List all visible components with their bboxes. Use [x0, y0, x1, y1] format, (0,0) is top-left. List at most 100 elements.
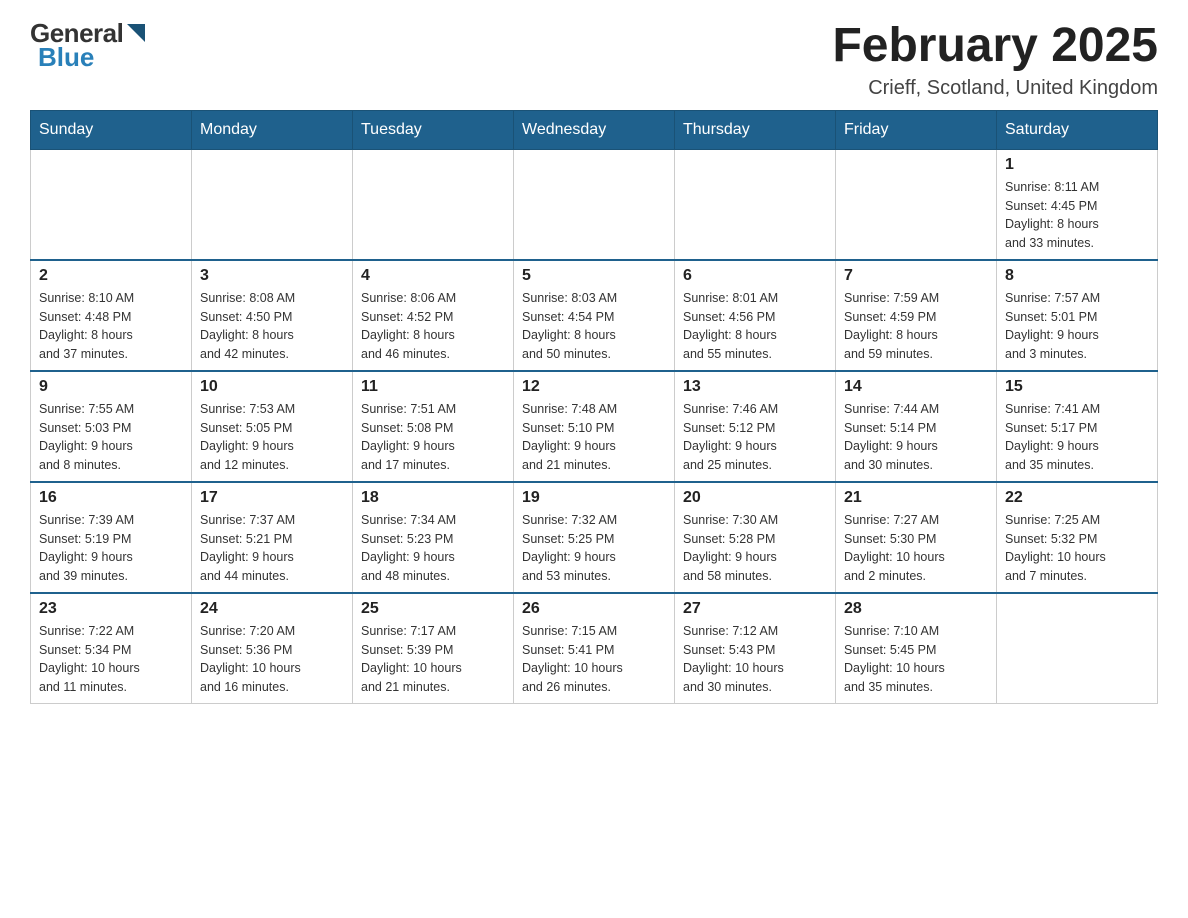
calendar-body: 1 Sunrise: 8:11 AMSunset: 4:45 PMDaylight…: [31, 149, 1158, 703]
day-number: 15: [1005, 378, 1149, 396]
header-tuesday: Tuesday: [353, 110, 514, 149]
day-info: Sunrise: 7:51 AMSunset: 5:08 PMDaylight:…: [361, 400, 505, 475]
day-info: Sunrise: 7:34 AMSunset: 5:23 PMDaylight:…: [361, 511, 505, 586]
day-info: Sunrise: 8:10 AMSunset: 4:48 PMDaylight:…: [39, 289, 183, 364]
day-info: Sunrise: 7:12 AMSunset: 5:43 PMDaylight:…: [683, 622, 827, 697]
day-number: 11: [361, 378, 505, 396]
header-friday: Friday: [836, 110, 997, 149]
calendar-cell: 13 Sunrise: 7:46 AMSunset: 5:12 PMDayligh…: [675, 371, 836, 482]
day-number: 26: [522, 600, 666, 618]
day-info: Sunrise: 7:53 AMSunset: 5:05 PMDaylight:…: [200, 400, 344, 475]
calendar-cell: 14 Sunrise: 7:44 AMSunset: 5:14 PMDayligh…: [836, 371, 997, 482]
day-info: Sunrise: 7:44 AMSunset: 5:14 PMDaylight:…: [844, 400, 988, 475]
day-number: 12: [522, 378, 666, 396]
day-number: 7: [844, 267, 988, 285]
day-info: Sunrise: 7:37 AMSunset: 5:21 PMDaylight:…: [200, 511, 344, 586]
day-number: 23: [39, 600, 183, 618]
calendar-cell: 10 Sunrise: 7:53 AMSunset: 5:05 PMDayligh…: [192, 371, 353, 482]
day-number: 1: [1005, 156, 1149, 174]
day-number: 19: [522, 489, 666, 507]
day-number: 14: [844, 378, 988, 396]
day-info: Sunrise: 7:55 AMSunset: 5:03 PMDaylight:…: [39, 400, 183, 475]
day-info: Sunrise: 7:22 AMSunset: 5:34 PMDaylight:…: [39, 622, 183, 697]
calendar-header: SundayMondayTuesdayWednesdayThursdayFrid…: [31, 110, 1158, 149]
day-info: Sunrise: 7:17 AMSunset: 5:39 PMDaylight:…: [361, 622, 505, 697]
day-number: 3: [200, 267, 344, 285]
calendar-cell: 1 Sunrise: 8:11 AMSunset: 4:45 PMDaylight…: [997, 149, 1158, 260]
calendar-title: February 2025: [832, 20, 1158, 73]
calendar-cell: 11 Sunrise: 7:51 AMSunset: 5:08 PMDayligh…: [353, 371, 514, 482]
day-info: Sunrise: 7:10 AMSunset: 5:45 PMDaylight:…: [844, 622, 988, 697]
day-number: 21: [844, 489, 988, 507]
day-number: 17: [200, 489, 344, 507]
calendar-subtitle: Crieff, Scotland, United Kingdom: [832, 77, 1158, 100]
day-number: 13: [683, 378, 827, 396]
day-number: 5: [522, 267, 666, 285]
day-info: Sunrise: 7:48 AMSunset: 5:10 PMDaylight:…: [522, 400, 666, 475]
week-row-5: 23 Sunrise: 7:22 AMSunset: 5:34 PMDayligh…: [31, 593, 1158, 704]
calendar-cell: [514, 149, 675, 260]
calendar-cell: 6 Sunrise: 8:01 AMSunset: 4:56 PMDaylight…: [675, 260, 836, 371]
calendar-cell: 23 Sunrise: 7:22 AMSunset: 5:34 PMDayligh…: [31, 593, 192, 704]
day-info: Sunrise: 7:46 AMSunset: 5:12 PMDaylight:…: [683, 400, 827, 475]
day-number: 2: [39, 267, 183, 285]
calendar-cell: 20Sunrise: 7:30 AMSunset: 5:28 PMDayligh…: [675, 482, 836, 593]
week-row-2: 2 Sunrise: 8:10 AMSunset: 4:48 PMDaylight…: [31, 260, 1158, 371]
calendar-cell: 28 Sunrise: 7:10 AMSunset: 5:45 PMDayligh…: [836, 593, 997, 704]
calendar-cell: 17 Sunrise: 7:37 AMSunset: 5:21 PMDayligh…: [192, 482, 353, 593]
calendar-cell: 16Sunrise: 7:39 AMSunset: 5:19 PMDayligh…: [31, 482, 192, 593]
header-saturday: Saturday: [997, 110, 1158, 149]
calendar-cell: 25 Sunrise: 7:17 AMSunset: 5:39 PMDayligh…: [353, 593, 514, 704]
header-monday: Monday: [192, 110, 353, 149]
calendar-cell: 5 Sunrise: 8:03 AMSunset: 4:54 PMDaylight…: [514, 260, 675, 371]
calendar-cell: [997, 593, 1158, 704]
day-number: 18: [361, 489, 505, 507]
calendar-cell: 7 Sunrise: 7:59 AMSunset: 4:59 PMDaylight…: [836, 260, 997, 371]
day-number: 8: [1005, 267, 1149, 285]
day-info: Sunrise: 7:32 AMSunset: 5:25 PMDaylight:…: [522, 511, 666, 586]
week-row-1: 1 Sunrise: 8:11 AMSunset: 4:45 PMDaylight…: [31, 149, 1158, 260]
calendar-cell: [192, 149, 353, 260]
calendar-cell: 3 Sunrise: 8:08 AMSunset: 4:50 PMDaylight…: [192, 260, 353, 371]
day-info: Sunrise: 8:11 AMSunset: 4:45 PMDaylight:…: [1005, 178, 1149, 253]
day-number: 10: [200, 378, 344, 396]
calendar-cell: 21 Sunrise: 7:27 AMSunset: 5:30 PMDayligh…: [836, 482, 997, 593]
logo: General Blue: [30, 20, 147, 70]
day-info: Sunrise: 7:30 AMSunset: 5:28 PMDaylight:…: [683, 511, 827, 586]
calendar-cell: [836, 149, 997, 260]
calendar-cell: 24 Sunrise: 7:20 AMSunset: 5:36 PMDayligh…: [192, 593, 353, 704]
day-info: Sunrise: 8:01 AMSunset: 4:56 PMDaylight:…: [683, 289, 827, 364]
calendar-cell: 27 Sunrise: 7:12 AMSunset: 5:43 PMDayligh…: [675, 593, 836, 704]
calendar-cell: 4 Sunrise: 8:06 AMSunset: 4:52 PMDaylight…: [353, 260, 514, 371]
page-header: General Blue February 2025 Crieff, Scotl…: [30, 20, 1158, 100]
calendar-cell: 19 Sunrise: 7:32 AMSunset: 5:25 PMDayligh…: [514, 482, 675, 593]
day-info: Sunrise: 8:03 AMSunset: 4:54 PMDaylight:…: [522, 289, 666, 364]
calendar-cell: 26Sunrise: 7:15 AMSunset: 5:41 PMDayligh…: [514, 593, 675, 704]
day-info: Sunrise: 8:08 AMSunset: 4:50 PMDaylight:…: [200, 289, 344, 364]
calendar-table: SundayMondayTuesdayWednesdayThursdayFrid…: [30, 110, 1158, 704]
day-number: 25: [361, 600, 505, 618]
day-info: Sunrise: 7:39 AMSunset: 5:19 PMDaylight:…: [39, 511, 183, 586]
day-info: Sunrise: 8:06 AMSunset: 4:52 PMDaylight:…: [361, 289, 505, 364]
day-info: Sunrise: 7:20 AMSunset: 5:36 PMDaylight:…: [200, 622, 344, 697]
day-number: 27: [683, 600, 827, 618]
calendar-cell: 15 Sunrise: 7:41 AMSunset: 5:17 PMDayligh…: [997, 371, 1158, 482]
calendar-cell: 12 Sunrise: 7:48 AMSunset: 5:10 PMDayligh…: [514, 371, 675, 482]
day-number: 28: [844, 600, 988, 618]
header-sunday: Sunday: [31, 110, 192, 149]
day-number: 24: [200, 600, 344, 618]
calendar-cell: 8 Sunrise: 7:57 AMSunset: 5:01 PMDaylight…: [997, 260, 1158, 371]
day-number: 4: [361, 267, 505, 285]
calendar-cell: 2 Sunrise: 8:10 AMSunset: 4:48 PMDaylight…: [31, 260, 192, 371]
day-info: Sunrise: 7:57 AMSunset: 5:01 PMDaylight:…: [1005, 289, 1149, 364]
logo-triangle-icon: [125, 22, 147, 44]
day-info: Sunrise: 7:41 AMSunset: 5:17 PMDaylight:…: [1005, 400, 1149, 475]
logo-blue-text: Blue: [38, 44, 94, 70]
week-row-3: 9Sunrise: 7:55 AMSunset: 5:03 PMDaylight…: [31, 371, 1158, 482]
calendar-cell: 9Sunrise: 7:55 AMSunset: 5:03 PMDaylight…: [31, 371, 192, 482]
day-info: Sunrise: 7:59 AMSunset: 4:59 PMDaylight:…: [844, 289, 988, 364]
day-info: Sunrise: 7:27 AMSunset: 5:30 PMDaylight:…: [844, 511, 988, 586]
calendar-cell: [353, 149, 514, 260]
day-number: 6: [683, 267, 827, 285]
calendar-cell: 18 Sunrise: 7:34 AMSunset: 5:23 PMDayligh…: [353, 482, 514, 593]
